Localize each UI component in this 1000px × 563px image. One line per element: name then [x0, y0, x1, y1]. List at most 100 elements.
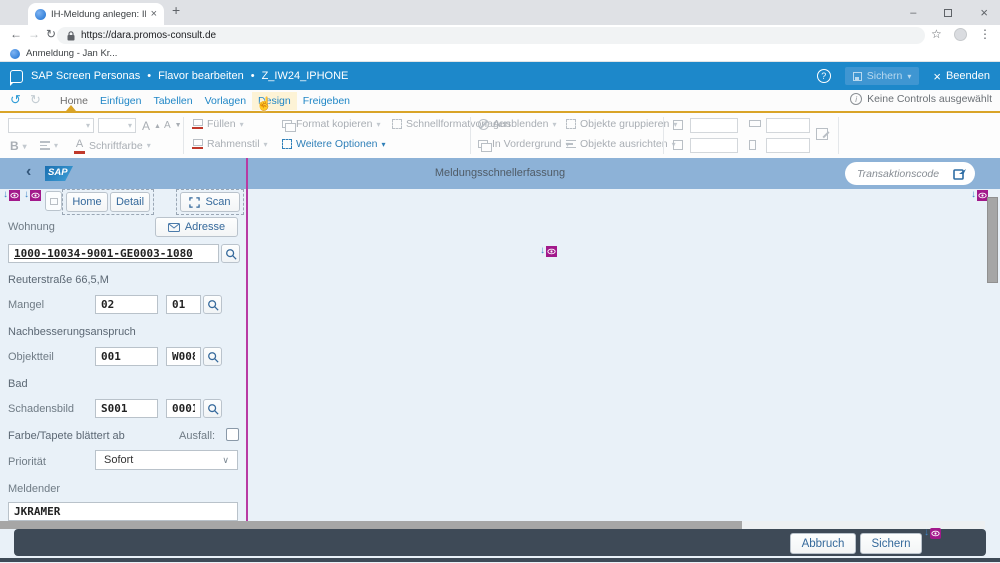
mangel-label: Mangel: [8, 299, 45, 311]
close-icon: ×: [933, 68, 941, 84]
align-icon: [40, 141, 50, 150]
font-increase-button[interactable]: A ▲: [142, 119, 161, 133]
tab-close-icon[interactable]: ×: [151, 8, 157, 20]
width-input[interactable]: [766, 118, 810, 133]
width-icon: [749, 120, 761, 127]
flavor-save-button[interactable]: Sichern ▾: [844, 67, 920, 85]
more-options-button[interactable]: Weitere Optionen ▾: [282, 138, 386, 150]
envelope-icon: [167, 222, 180, 232]
eye-icon: [30, 190, 41, 201]
align-objects-button[interactable]: Objekte ausrichten ▾: [566, 138, 676, 150]
bookmark-item[interactable]: Anmeldung - Jan Kr...: [26, 48, 117, 59]
height-input[interactable]: [766, 138, 810, 153]
nav-detail-button[interactable]: Detail: [110, 192, 150, 212]
magnifier-icon: [207, 351, 219, 363]
save-dropdown-icon[interactable]: ▾: [907, 72, 911, 81]
mangel-input-1[interactable]: [95, 295, 158, 314]
sichern-button[interactable]: Sichern: [860, 533, 922, 554]
font-decrease-button[interactable]: A ▼: [164, 120, 182, 131]
copy-format-button[interactable]: Format kopieren ▾: [282, 118, 380, 132]
prioritaet-select[interactable]: Sofort ∨: [95, 450, 238, 470]
position-y-input[interactable]: [690, 138, 738, 153]
mangel-search-button[interactable]: [203, 295, 222, 314]
scan-button[interactable]: Scan: [180, 192, 240, 212]
nav-home-button[interactable]: Home: [66, 192, 108, 212]
objektteil-input-2[interactable]: [166, 347, 201, 366]
back-icon[interactable]: ←: [10, 27, 22, 41]
align-button[interactable]: ▾: [40, 141, 58, 150]
transaction-go-icon[interactable]: [953, 168, 967, 180]
horizontal-scrollbar-thumb[interactable]: [0, 521, 742, 529]
eye-icon: [9, 190, 20, 201]
vertical-scrollbar-thumb[interactable]: [987, 197, 998, 283]
undo-icon[interactable]: ↺: [10, 92, 21, 108]
section-text: Bad: [8, 378, 28, 390]
ausfall-checkbox[interactable]: [226, 428, 239, 441]
browser-toolbar: ← → ↻ https://dara.promos-consult.de ☆ ⋮: [0, 25, 1000, 46]
ribbon-tab-freigeben[interactable]: Freigeben: [297, 92, 356, 110]
bookmark-star-icon[interactable]: ☆: [931, 27, 942, 41]
browser-menu-icon[interactable]: ⋮: [979, 27, 991, 41]
window-maximize-button[interactable]: [944, 8, 953, 17]
browser-tab[interactable]: IH-Meldung anlegen: IH-Anforde ×: [28, 3, 164, 25]
bold-button[interactable]: B ▾: [10, 139, 27, 153]
position-x-input[interactable]: [690, 118, 738, 133]
schadensbild-search-button[interactable]: [203, 399, 222, 418]
ribbon-tab-tabellen[interactable]: Tabellen: [147, 92, 198, 110]
transaction-code-input[interactable]: [857, 167, 953, 180]
hide-button[interactable]: Ausblenden ▾: [478, 118, 556, 130]
wohnung-input[interactable]: [8, 244, 219, 263]
transaction-code-field[interactable]: [845, 162, 975, 185]
schadensbild-input-1[interactable]: [95, 399, 158, 418]
flavor-save-label: Sichern: [866, 70, 903, 82]
font-family-select[interactable]: ▾: [8, 118, 94, 133]
aspect-ratio-icon[interactable]: [816, 128, 828, 140]
fill-icon: [192, 118, 203, 130]
horizontal-scrollbar[interactable]: [0, 521, 985, 529]
magnifier-icon: [207, 403, 219, 415]
window-close-button[interactable]: ×: [980, 5, 988, 20]
open-window-button[interactable]: [45, 191, 62, 211]
copy-format-icon: [282, 120, 296, 132]
schadensbild-input-2[interactable]: [166, 399, 201, 418]
adresse-button[interactable]: Adresse: [155, 217, 238, 237]
abbruch-button[interactable]: Abbruch: [790, 533, 856, 554]
damage-description-text: Farbe/Tapete blättert ab: [8, 430, 125, 442]
mangel-input-2[interactable]: [166, 295, 201, 314]
hidden-control-indicator[interactable]: ↓: [971, 190, 988, 201]
address-line-text: Reuterstraße 66,5,M: [8, 274, 109, 286]
wohnung-search-button[interactable]: [221, 244, 240, 263]
ribbon-tab-bar: ↺ ↻ Home Einfügen Tabellen Vorlagen Desi…: [0, 90, 1000, 111]
profile-avatar[interactable]: [954, 28, 967, 41]
prioritaet-label: Priorität: [8, 456, 46, 468]
forward-icon[interactable]: →: [28, 27, 40, 41]
redo-icon[interactable]: ↻: [30, 92, 41, 108]
to-front-button[interactable]: In Vordergrund▾: [478, 138, 569, 152]
group-objects-button[interactable]: Objekte gruppieren ▾: [566, 118, 677, 130]
font-size-select[interactable]: ▾: [98, 118, 136, 133]
border-style-button[interactable]: Rahmenstil ▾: [192, 138, 268, 150]
scan-icon: [189, 196, 201, 208]
window-minimize-button[interactable]: –: [910, 7, 916, 19]
position-x-icon: [673, 120, 683, 130]
tab-title: IH-Meldung anlegen: IH-Anforde: [51, 8, 146, 20]
personas-header: SAP Screen Personas • Flavor bearbeiten …: [0, 62, 1000, 90]
fill-button[interactable]: Füllen ▾: [192, 118, 244, 130]
objektteil-search-button[interactable]: [203, 347, 222, 366]
address-bar[interactable]: https://dara.promos-consult.de: [57, 27, 925, 44]
hidden-control-indicator[interactable]: ↓: [540, 246, 557, 257]
position-y-icon: [673, 140, 683, 150]
hidden-control-indicator[interactable]: ↓: [924, 528, 941, 539]
new-tab-button[interactable]: +: [172, 2, 180, 18]
personas-logo-icon: [9, 69, 23, 86]
hidden-control-indicator[interactable]: ↓: [3, 190, 20, 201]
ribbon-tab-einfuegen[interactable]: Einfügen: [94, 92, 147, 110]
font-color-button[interactable]: A Schriftfarbe ▾: [74, 138, 151, 154]
ribbon-tab-vorlagen[interactable]: Vorlagen: [199, 92, 252, 110]
reload-icon[interactable]: ↻: [46, 27, 56, 41]
meldender-input[interactable]: [8, 502, 238, 521]
exit-edit-button[interactable]: × Beenden: [933, 69, 990, 84]
help-icon[interactable]: ?: [816, 69, 831, 83]
objektteil-input-1[interactable]: [95, 347, 158, 366]
hidden-control-indicator[interactable]: ↓: [24, 190, 41, 201]
